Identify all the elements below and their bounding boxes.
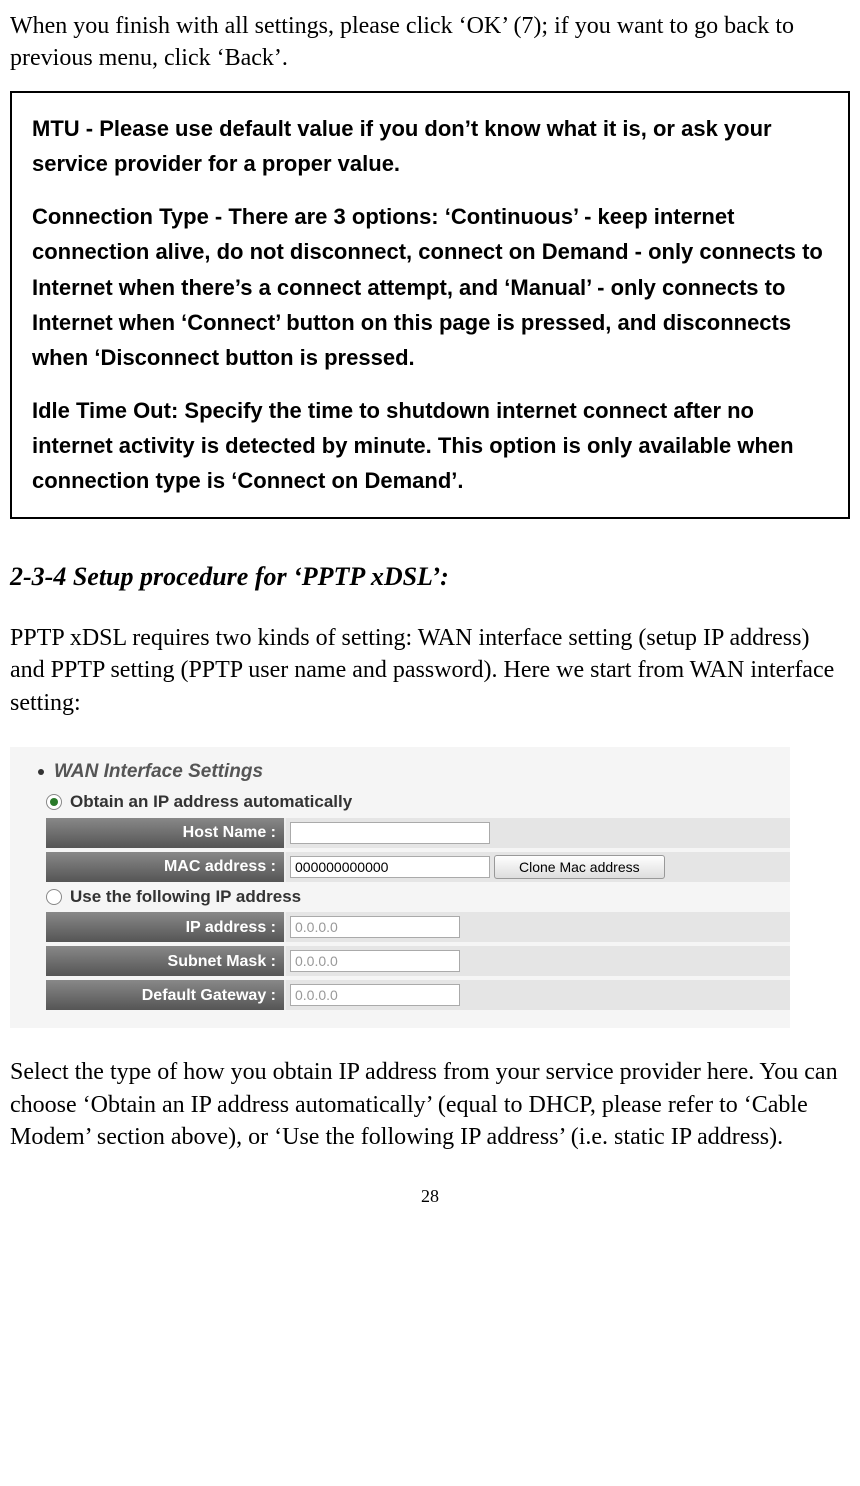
page-number: 28 [10,1184,850,1208]
section-intro-text: PPTP xDSL requires two kinds of setting:… [10,622,850,719]
clone-mac-address-button[interactable]: Clone Mac address [494,855,665,879]
ip-address-row: IP address : [10,912,790,942]
option-obtain-auto-label: Obtain an IP address automatically [70,791,352,814]
mac-address-row: MAC address : Clone Mac address [10,852,790,882]
panel-title-row: WAN Interface Settings [10,759,790,785]
radio-use-following[interactable] [46,889,62,905]
host-name-row: Host Name : [10,818,790,848]
ip-address-label: IP address : [46,912,286,942]
default-gateway-row: Default Gateway : [10,980,790,1010]
mac-address-label: MAC address : [46,852,286,882]
default-gateway-value-area [286,980,790,1010]
option-use-following-row[interactable]: Use the following IP address [10,886,790,909]
subnet-mask-value-area [286,946,790,976]
mac-address-value-area: Clone Mac address [286,852,790,882]
intro-text: When you finish with all settings, pleas… [10,10,850,75]
default-gateway-label: Default Gateway : [46,980,286,1010]
box-connection-type-text: Connection Type - There are 3 options: ‘… [32,199,830,375]
host-name-label: Host Name : [46,818,286,848]
panel-title: WAN Interface Settings [54,759,263,785]
host-name-value-area [286,818,790,848]
radio-obtain-auto[interactable] [46,794,62,810]
subnet-mask-row: Subnet Mask : [10,946,790,976]
option-obtain-auto-row[interactable]: Obtain an IP address automatically [10,791,790,814]
section-after-text: Select the type of how you obtain IP add… [10,1056,850,1153]
option-use-following-label: Use the following IP address [70,886,301,909]
default-gateway-input[interactable] [290,984,460,1006]
box-mtu-text: MTU - Please use default value if you do… [32,111,830,181]
section-heading: 2-3-4 Setup procedure for ‘PPTP xDSL’: [10,559,850,594]
info-box: MTU - Please use default value if you do… [10,91,850,519]
host-name-input[interactable] [290,822,490,844]
mac-address-input[interactable] [290,856,490,878]
subnet-mask-label: Subnet Mask : [46,946,286,976]
wan-interface-settings-panel: WAN Interface Settings Obtain an IP addr… [10,747,790,1029]
subnet-mask-input[interactable] [290,950,460,972]
box-idle-timeout-text: Idle Time Out: Specify the time to shutd… [32,393,830,499]
bullet-icon [38,769,44,775]
ip-address-value-area [286,912,790,942]
ip-address-input[interactable] [290,916,460,938]
